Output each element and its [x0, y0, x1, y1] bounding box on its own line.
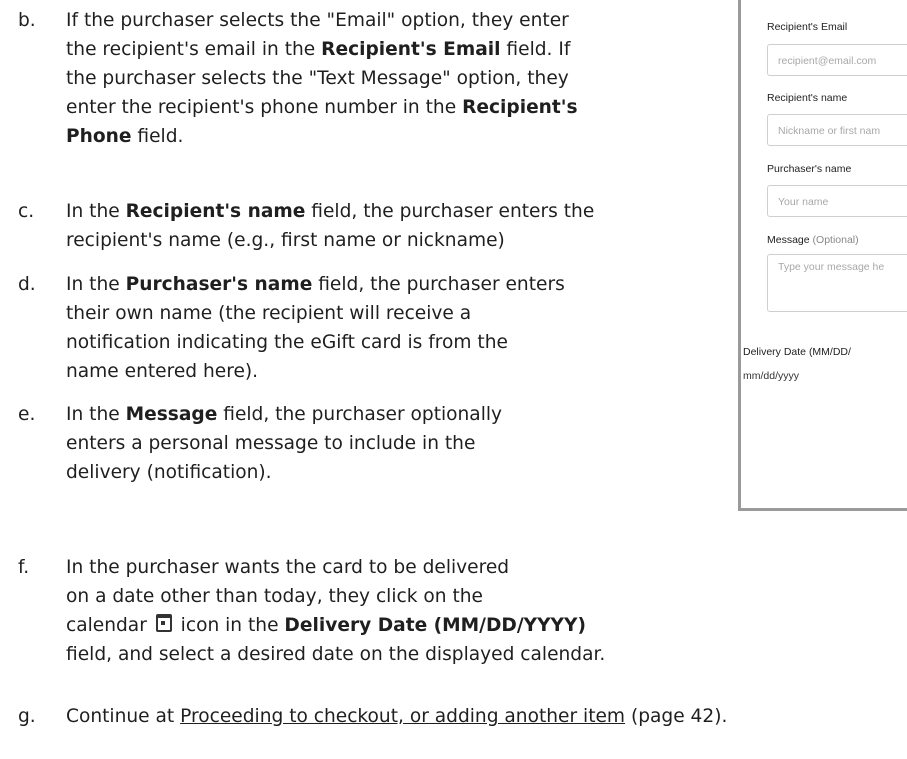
step-text-line: the purchaser selects the "Text Message"… [66, 64, 578, 93]
step-marker: f. [18, 557, 30, 578]
text-run: (page 42). [625, 706, 728, 727]
field-name-emphasis: Recipient's name [125, 201, 306, 222]
step-text-line: In the Message field, the purchaser opti… [66, 400, 502, 429]
text-run: field. If [500, 39, 571, 60]
step-text-line: on a date other than today, they click o… [66, 582, 605, 611]
step-text: Continue at Proceeding to checkout, or a… [66, 702, 727, 731]
text-run: In the purchaser wants the card to be de… [66, 557, 510, 578]
text-run: In the [66, 201, 126, 222]
text-run: field, the purchaser enters the [305, 201, 595, 222]
step-marker: b. [18, 10, 36, 31]
calendar-icon [155, 614, 172, 632]
step-marker: d. [18, 274, 36, 295]
text-run: In the [66, 274, 126, 295]
field-name-emphasis: Phone [66, 126, 132, 147]
purchaser-name-label: Purchaser's name [767, 163, 852, 175]
field-name-emphasis: Recipient's Email [321, 39, 501, 60]
step-text: In the Recipient's name field, the purch… [66, 197, 594, 255]
step-text-line: enters a personal message to include in … [66, 429, 502, 458]
egift-form-screenshot: Recipient's Email recipient@email.com Re… [738, 0, 907, 511]
step-text-line: their own name (the recipient will recei… [66, 299, 565, 328]
step-text-line: If the purchaser selects the "Email" opt… [66, 6, 578, 35]
field-name-emphasis: Recipient's [462, 97, 578, 118]
step-text: In the purchaser wants the card to be de… [66, 553, 605, 669]
step-text-line: notification indicating the eGift card i… [66, 328, 565, 357]
checkout-link[interactable]: Proceeding to checkout, or adding anothe… [180, 706, 625, 727]
delivery-date-label: Delivery Date (MM/DD/ [743, 346, 851, 358]
recipient-name-field[interactable]: Nickname or first nam [767, 114, 907, 146]
message-optional-text: (Optional) [812, 234, 859, 246]
step-text-line: the recipient's email in the Recipient's… [66, 35, 578, 64]
step-text-line: delivery (notification). [66, 458, 502, 487]
step-marker: e. [18, 404, 36, 425]
message-label: Message (Optional) [767, 234, 859, 246]
step-text-line: enter the recipient's phone number in th… [66, 93, 578, 122]
field-name-emphasis: Delivery Date (MM/DD/YYYY) [284, 615, 586, 636]
text-run: calendar [66, 615, 153, 636]
text-run: field, the purchaser enters [312, 274, 565, 295]
step-text-line: recipient's name (e.g., first name or ni… [66, 226, 594, 255]
text-run: the purchaser selects the "Text Message"… [66, 68, 569, 89]
step-text-line: Phone field. [66, 122, 578, 151]
text-run: enter the recipient's phone number in th… [66, 97, 463, 118]
text-run: field, and select a desired date on the … [66, 644, 606, 665]
recipient-name-label: Recipient's name [767, 92, 848, 104]
text-run: field, the purchaser optionally [217, 404, 503, 425]
step-text-line: In the purchaser wants the card to be de… [66, 553, 605, 582]
recipient-email-label: Recipient's Email [767, 21, 848, 33]
step-text-line: name entered here). [66, 357, 565, 386]
step-text-line: Continue at Proceeding to checkout, or a… [66, 702, 727, 731]
step-text-line: calendar icon in the Delivery Date (MM/D… [66, 611, 605, 640]
message-field[interactable]: Type your message he [767, 254, 907, 312]
text-run: icon in the [174, 615, 285, 636]
step-text: In the Purchaser's name field, the purch… [66, 270, 565, 386]
delivery-date-field[interactable]: mm/dd/yyyy [743, 360, 903, 392]
purchaser-name-field[interactable]: Your name [767, 185, 907, 217]
step-marker: c. [18, 201, 35, 222]
step-text: In the Message field, the purchaser opti… [66, 400, 502, 487]
step-text-line: field, and select a desired date on the … [66, 640, 605, 669]
text-run: In the [66, 404, 126, 425]
step-text-line: In the Purchaser's name field, the purch… [66, 270, 565, 299]
text-run: delivery (notification). [66, 462, 272, 483]
step-marker: g. [18, 706, 36, 727]
recipient-email-field[interactable]: recipient@email.com [767, 44, 907, 76]
text-run: the recipient's email in the [66, 39, 322, 60]
text-run: field. [131, 126, 184, 147]
text-run: enters a personal message to include in … [66, 433, 476, 454]
field-name-emphasis: Message [125, 404, 218, 425]
text-run: name entered here). [66, 361, 259, 382]
message-label-text: Message [767, 234, 810, 246]
text-run: Continue at [66, 706, 181, 727]
text-run: recipient's name (e.g., first name or ni… [66, 230, 505, 251]
field-name-emphasis: Purchaser's name [125, 274, 313, 295]
step-text-line: In the Recipient's name field, the purch… [66, 197, 594, 226]
text-run: their own name (the recipient will recei… [66, 303, 472, 324]
step-text: If the purchaser selects the "Email" opt… [66, 6, 578, 151]
text-run: If the purchaser selects the "Email" opt… [66, 10, 569, 31]
text-run: on a date other than today, they click o… [66, 586, 483, 607]
text-run: notification indicating the eGift card i… [66, 332, 508, 353]
